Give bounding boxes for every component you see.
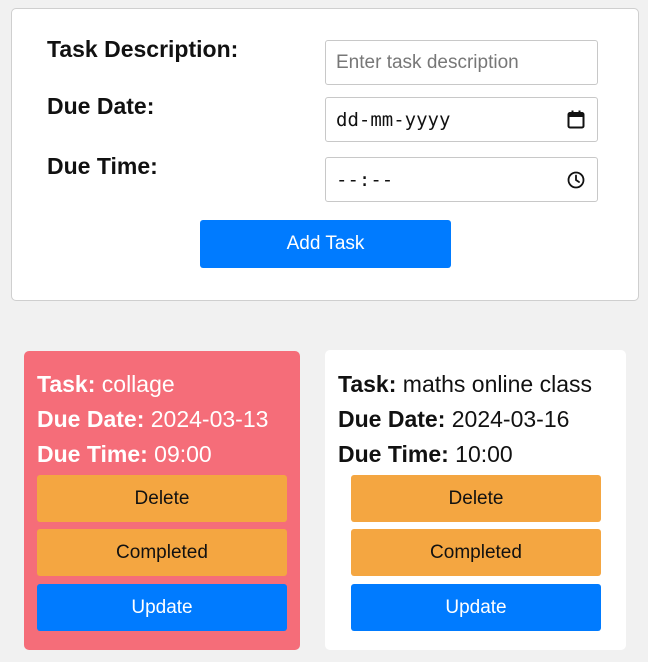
clock-icon[interactable] <box>565 169 587 191</box>
task-card: Task: maths online class Due Date: 2024-… <box>325 350 626 650</box>
task-due-time-line: Due Time: 09:00 <box>37 441 212 468</box>
due-date-input[interactable]: dd-mm-yyyy <box>336 109 565 131</box>
due-time-field[interactable]: --:-- <box>325 157 598 202</box>
task-due-date: 2024-03-16 <box>451 406 570 432</box>
due-time-label: Due Time: <box>338 441 449 467</box>
task-due-date-line: Due Date: 2024-03-16 <box>338 406 569 433</box>
description-field[interactable] <box>325 40 598 85</box>
due-date-field[interactable]: dd-mm-yyyy <box>325 97 598 142</box>
task-description: maths online class <box>402 371 592 397</box>
task-label: Task: <box>338 371 397 397</box>
description-input[interactable] <box>336 51 587 74</box>
task-due-date: 2024-03-13 <box>150 406 269 432</box>
task-due-time-line: Due Time: 10:00 <box>338 441 513 468</box>
delete-button[interactable]: Delete <box>351 475 601 522</box>
due-date-label: Due Date: <box>338 406 446 432</box>
task-description-line: Task: maths online class <box>338 371 592 398</box>
completed-button[interactable]: Completed <box>351 529 601 576</box>
task-description: collage <box>101 371 175 397</box>
calendar-icon[interactable] <box>565 109 587 131</box>
task-due-time: 10:00 <box>455 441 513 467</box>
update-button[interactable]: Update <box>37 584 287 631</box>
description-label: Task Description: <box>47 36 239 62</box>
due-date-label: Due Date: <box>47 93 155 119</box>
task-due-time: 09:00 <box>154 441 212 467</box>
task-label: Task: <box>37 371 96 397</box>
update-button[interactable]: Update <box>351 584 601 631</box>
due-time-label: Due Time: <box>47 153 158 179</box>
due-time-input[interactable]: --:-- <box>336 169 565 191</box>
task-description-line: Task: collage <box>37 371 175 398</box>
task-due-date-line: Due Date: 2024-03-13 <box>37 406 268 433</box>
task-form: Task Description: Due Date: dd-mm-yyyy D… <box>11 8 639 301</box>
completed-button[interactable]: Completed <box>37 529 287 576</box>
due-time-label: Due Time: <box>37 441 148 467</box>
delete-button[interactable]: Delete <box>37 475 287 522</box>
task-card: Task: collage Due Date: 2024-03-13 Due T… <box>24 351 300 650</box>
due-date-label: Due Date: <box>37 406 145 432</box>
add-task-button[interactable]: Add Task <box>200 220 451 268</box>
